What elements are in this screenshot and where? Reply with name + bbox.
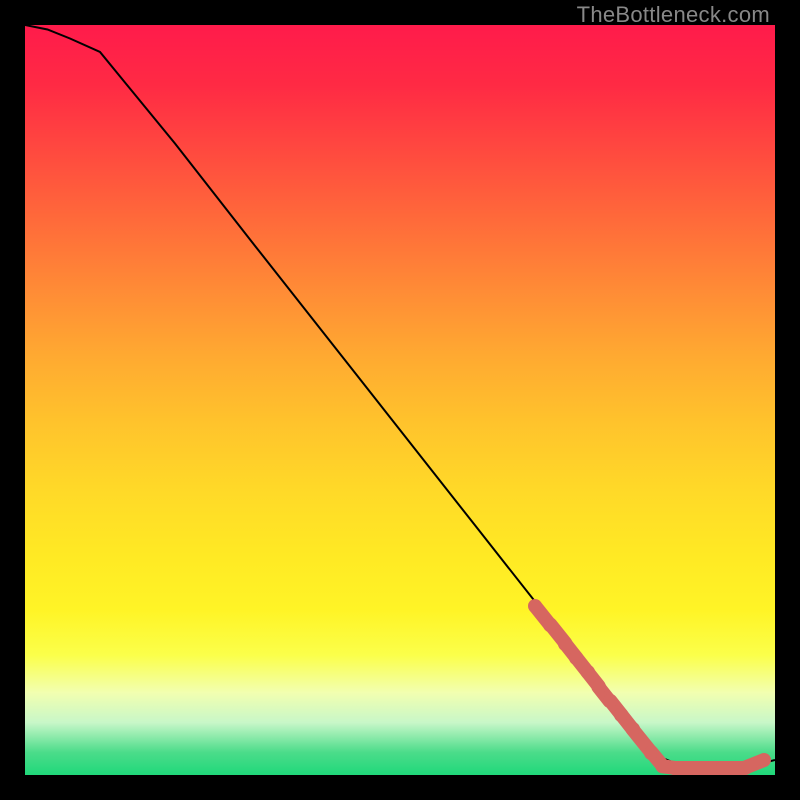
curve-path <box>25 25 775 768</box>
marker-dot <box>543 618 557 632</box>
marker-dot <box>644 746 658 760</box>
marker-dot <box>528 599 542 613</box>
marker-dot <box>757 753 771 767</box>
marker-dot <box>569 651 583 665</box>
marker-dot <box>558 637 572 651</box>
marker-dot <box>614 708 628 722</box>
marker-dot <box>603 694 617 708</box>
marker-dot <box>592 680 606 694</box>
marker-dot <box>738 761 752 775</box>
bottleneck-curve <box>25 25 775 775</box>
marker-dot <box>581 665 595 679</box>
plot-area <box>25 25 775 775</box>
chart-frame: TheBottleneck.com <box>0 0 800 800</box>
marker-dot <box>626 722 640 736</box>
